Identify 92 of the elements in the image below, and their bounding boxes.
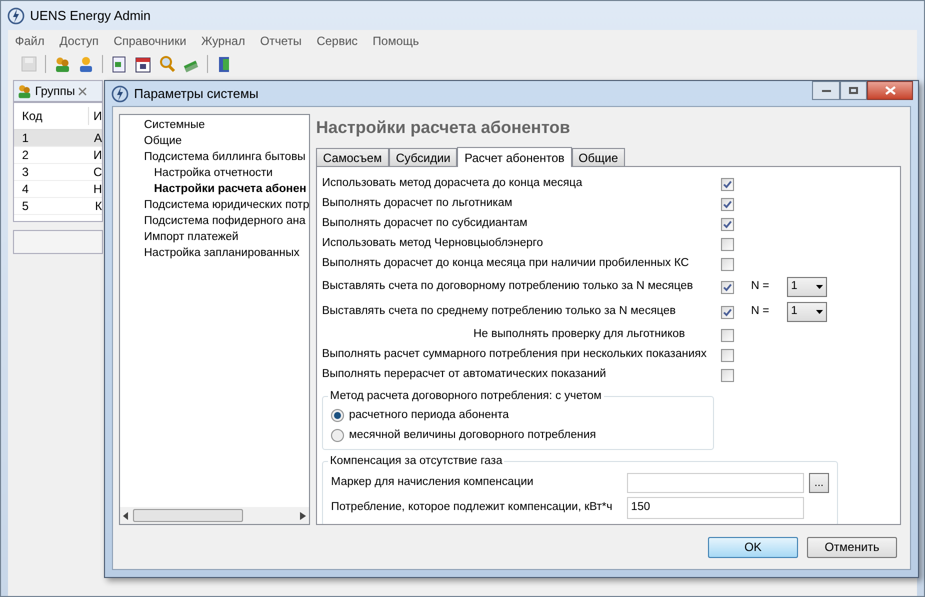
menu-item[interactable]: Журнал	[201, 32, 246, 50]
tree-item[interactable]: Общие	[120, 133, 309, 149]
table-cell-text: С	[92, 164, 102, 181]
users-icon	[16, 83, 32, 99]
radio-label: расчетного периода абонента	[349, 408, 509, 423]
table-cell-text: 5	[21, 198, 30, 215]
tab[interactable]: Субсидии	[388, 148, 458, 166]
window-title: UENS Energy Admin	[30, 6, 151, 25]
months-dropdown[interactable]: 1	[787, 302, 827, 322]
field-label: Маркер для начисления компенсации	[331, 475, 534, 490]
radio-button[interactable]	[331, 428, 344, 442]
close-button[interactable]	[867, 81, 913, 100]
tree-item[interactable]: Подсистема юридических потр	[120, 197, 309, 213]
tab[interactable]: Общие	[572, 148, 626, 166]
checkbox[interactable]	[721, 258, 734, 270]
panel-tab[interactable]: Группы	[13, 80, 103, 102]
column-header[interactable]: И	[89, 107, 102, 125]
checkbox[interactable]	[721, 178, 734, 190]
input-field[interactable]: 150	[627, 497, 804, 519]
n-label: N =	[751, 304, 770, 320]
tree-item[interactable]: Импорт платежей	[120, 229, 309, 245]
option-label: Выставлять счета по договорному потреблению только за N месяцев	[322, 280, 693, 292]
table-cell-text: А	[92, 130, 102, 147]
field-label: Потребление, которое подлежит компенсации, кВт*ч	[331, 500, 614, 516]
table-cell-text: 3	[21, 164, 30, 181]
checkbox[interactable]	[721, 218, 734, 230]
minimize-button[interactable]	[812, 81, 840, 100]
checkbox[interactable]	[721, 348, 734, 362]
group-title: Компенсация за отсутствие газа	[329, 454, 504, 470]
panel-title: Группы	[35, 83, 75, 100]
table-cell-text: И	[92, 147, 102, 164]
n-label: N =	[751, 279, 770, 294]
table-row[interactable]: 2 И	[14, 147, 102, 164]
input-field[interactable]	[627, 473, 804, 493]
tree-item[interactable]: Системные	[120, 117, 309, 133]
option-label: Выполнять перерасчет от автоматических показаний	[322, 368, 606, 380]
tree-item[interactable]: Настройка отчетности	[120, 165, 309, 181]
checkbox[interactable]	[721, 198, 734, 210]
months-dropdown[interactable]: 1	[787, 277, 827, 297]
menu-item[interactable]: Справочники	[114, 32, 186, 50]
menu-item[interactable]: Сервис	[316, 32, 358, 50]
close-icon	[884, 86, 896, 95]
tree-item[interactable]: Подсистема пофидерного ана	[120, 213, 309, 229]
option-label: Не выполнять проверку для льготников	[473, 327, 685, 342]
dialog-button[interactable]: OK	[708, 536, 798, 558]
table-cell-text: К	[94, 198, 102, 215]
radio-button[interactable]	[331, 408, 344, 422]
column-header[interactable]: Код	[14, 107, 90, 125]
menu-item[interactable]: Помощь	[372, 32, 420, 50]
checkbox[interactable]	[721, 238, 734, 250]
option-label: Выполнять дорасчет до конца месяца при наличии пробиленных КС	[322, 257, 689, 270]
maximize-button[interactable]	[840, 81, 867, 100]
group-title: Метод расчета договорного потребления: с учетом	[329, 389, 603, 404]
option-label: Выполнять расчет суммарного потребления при нескольких показаниях	[322, 348, 707, 360]
tree-item[interactable]: Настройки расчета абонен	[120, 181, 309, 197]
checkbox[interactable]	[721, 306, 734, 318]
checkbox[interactable]	[721, 328, 734, 342]
browse-button[interactable]: ...	[809, 473, 829, 493]
table-cell-text: 4	[21, 181, 30, 198]
logo-icon	[111, 84, 129, 102]
dialog-title: Параметры системы	[134, 84, 258, 103]
option-label: Использовать метод Черновцыоблэнерго	[322, 237, 543, 250]
horizontal-scrollbar[interactable]	[120, 507, 309, 524]
menu-item[interactable]: Отчеты	[260, 32, 302, 50]
tab[interactable]: Расчет абонентов	[457, 147, 572, 167]
menu-item[interactable]: Доступ	[60, 32, 99, 50]
tree-item[interactable]: Подсистема биллинга бытовы	[120, 149, 309, 165]
table-row[interactable]: 5 К	[14, 198, 102, 215]
option-label: Выполнять дорасчет по льготникам	[322, 197, 512, 210]
tree-item[interactable]: Настройка запланированных	[120, 245, 309, 261]
scroll-right-icon[interactable]	[300, 512, 306, 520]
scroll-left-icon[interactable]	[123, 512, 129, 520]
table-cell-text: 2	[21, 147, 30, 164]
table-row[interactable]: 1 А	[14, 130, 102, 147]
table-cell-text: 1	[21, 130, 30, 147]
menu-item[interactable]: Файл	[15, 32, 45, 50]
option-label: Выполнять дорасчет по субсидиантам	[322, 217, 528, 230]
checkbox[interactable]	[721, 368, 734, 382]
dialog-button[interactable]: Отменить	[807, 536, 897, 558]
table-row[interactable]: 3 С	[14, 164, 102, 181]
option-label: Использовать метод дорасчета до конца месяца	[322, 177, 582, 190]
close-icon[interactable]	[78, 86, 87, 96]
table-cell-text: Н	[92, 181, 102, 198]
section-heading: Настройки расчета абонентов	[316, 117, 572, 139]
logo-icon	[7, 6, 25, 24]
checkbox[interactable]	[721, 280, 734, 294]
option-label: Выставлять счета по среднему потреблению только за N месяцев	[322, 305, 676, 318]
table-row[interactable]: 4 Н	[14, 181, 102, 198]
caret-icon	[816, 310, 823, 314]
radio-label: месячной величины договорного потребления	[349, 428, 596, 443]
tab[interactable]: Самосъем	[316, 148, 389, 166]
caret-icon	[816, 285, 823, 289]
